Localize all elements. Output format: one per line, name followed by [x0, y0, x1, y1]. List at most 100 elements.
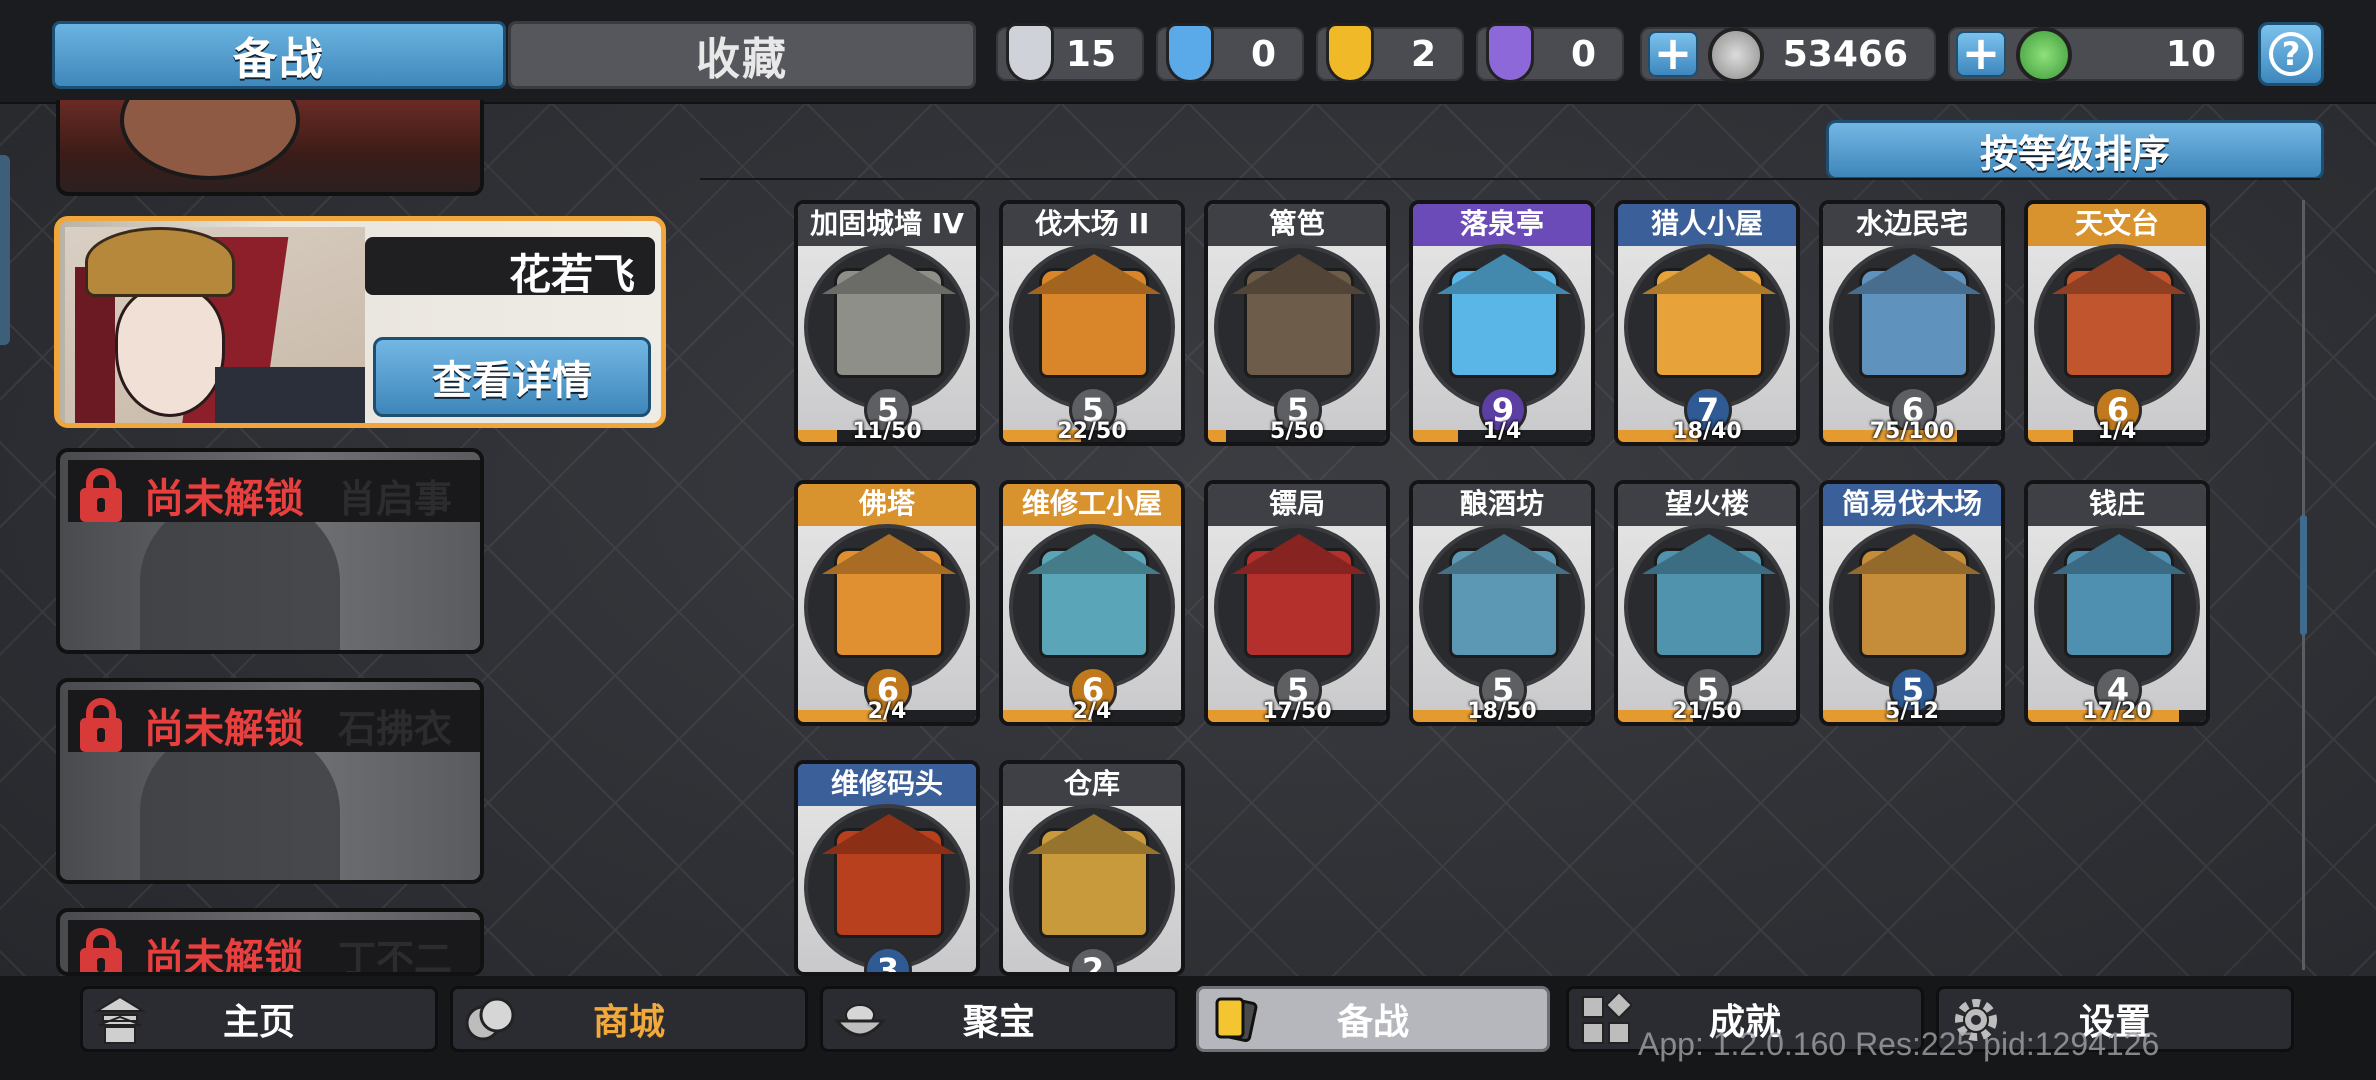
building-card[interactable]: 简易伐木场 5 5/12: [1819, 480, 2005, 726]
building-card[interactable]: 水边民宅 6 75/100: [1819, 200, 2005, 446]
hero-card-locked[interactable]: 尚未解锁 肖启事: [56, 448, 484, 654]
divider: [700, 178, 2320, 180]
nav-label: 主页: [222, 1002, 295, 1043]
resource-jade: + 10: [1948, 27, 2244, 83]
progress-text: 5/12: [1885, 699, 1939, 724]
building-name: 佛塔: [798, 484, 976, 526]
nav-home[interactable]: 主页: [80, 986, 438, 1052]
progress-text: 5/50: [1270, 419, 1324, 444]
progress-text: 2/4: [867, 699, 907, 724]
building-card[interactable]: 伐木场 II 5 22/50: [999, 200, 1185, 446]
hero-card-locked[interactable]: 尚未解锁 丁不二: [56, 908, 484, 976]
building-name: 维修码头: [798, 764, 976, 806]
tab-collection[interactable]: 收藏: [508, 21, 976, 89]
help-button[interactable]: ?: [2258, 22, 2324, 86]
coins-value: 53466: [1782, 33, 1908, 75]
locked-label: 尚未解锁: [144, 706, 304, 752]
building-name: 落泉亭: [1413, 204, 1591, 246]
add-jade-button[interactable]: +: [1956, 30, 2006, 77]
building-card[interactable]: 篱笆 5 5/50: [1204, 200, 1390, 446]
progress-text: 1/4: [1482, 419, 1522, 444]
hero-card-selected[interactable]: 花若飞 查看详情: [54, 216, 666, 428]
building-name: 加固城墙 IV: [798, 204, 976, 246]
building-name: 水边民宅: [1823, 204, 2001, 246]
resource-purple-gem[interactable]: 0: [1476, 23, 1624, 83]
debug-version-watermark: App: 1.2.0.160 Res:225 pid:1294126: [1638, 1026, 2160, 1062]
building-card[interactable]: 猎人小屋 7 18/40: [1614, 200, 1800, 446]
building-card[interactable]: 加固城墙 IV 5 11/50: [794, 200, 980, 446]
gold-shield-icon: [1326, 23, 1374, 83]
building-name: 篱笆: [1208, 204, 1386, 246]
lock-bar: 尚未解锁 石拂衣: [68, 690, 480, 752]
building-name: 天文台: [2028, 204, 2206, 246]
progress-text: 1/4: [2097, 419, 2137, 444]
hero-name: 丁不二: [338, 937, 453, 976]
lock-icon: [78, 468, 124, 522]
progress-text: 21/50: [1672, 699, 1742, 724]
tab-prepare[interactable]: 备战: [52, 21, 506, 89]
hero-card-partial[interactable]: [56, 100, 484, 196]
building-card[interactable]: 镖局 5 17/50: [1204, 480, 1390, 726]
resource-value: 2: [1410, 33, 1436, 75]
progress-text: 17/20: [2082, 699, 2152, 724]
building-card[interactable]: 佛塔 6 2/4: [794, 480, 980, 726]
hero-card-locked[interactable]: 尚未解锁 石拂衣: [56, 678, 484, 884]
progress-text: 75/100: [1869, 419, 1955, 444]
building-card[interactable]: 仓库 2: [999, 760, 1185, 976]
building-name: 伐木场 II: [1003, 204, 1181, 246]
hero-portrait: [65, 227, 365, 423]
side-panel-handle[interactable]: [0, 155, 10, 345]
add-coins-button[interactable]: +: [1648, 30, 1698, 77]
nav-label: 聚宝: [962, 1002, 1035, 1043]
resource-value: 0: [1250, 33, 1276, 75]
progress-text: 22/50: [1057, 419, 1127, 444]
nav-shop[interactable]: 商城: [450, 986, 808, 1052]
progress-text: 18/50: [1467, 699, 1537, 724]
building-card[interactable]: 酿酒坊 5 18/50: [1409, 480, 1595, 726]
building-card[interactable]: 钱庄 4 17/20: [2024, 480, 2210, 726]
question-icon: ?: [2269, 32, 2313, 76]
building-name: 猎人小屋: [1618, 204, 1796, 246]
lock-bar: 尚未解锁 肖启事: [68, 460, 480, 522]
silver-shield-icon: [1006, 23, 1054, 83]
resource-value: 0: [1570, 33, 1596, 75]
building-name: 仓库: [1003, 764, 1181, 806]
jade-value: 10: [2165, 33, 2216, 75]
sort-by-level-button[interactable]: 按等级排序: [1826, 120, 2324, 180]
view-details-button[interactable]: 查看详情: [373, 337, 651, 417]
lock-icon: [78, 928, 124, 972]
nav-prepare[interactable]: 备战: [1196, 986, 1550, 1052]
locked-label: 尚未解锁: [144, 936, 304, 976]
nav-label: 商城: [592, 1002, 665, 1043]
building-card[interactable]: 落泉亭 9 1/4: [1409, 200, 1595, 446]
building-card[interactable]: 维修工小屋 6 2/4: [999, 480, 1185, 726]
building-name: 镖局: [1208, 484, 1386, 526]
resource-blue-crystal[interactable]: 0: [1156, 23, 1304, 83]
nav-label: 备战: [1336, 1002, 1409, 1043]
building-name: 钱庄: [2028, 484, 2206, 526]
building-name: 维修工小屋: [1003, 484, 1181, 526]
lock-bar: 尚未解锁 丁不二: [68, 920, 480, 976]
lock-icon: [78, 698, 124, 752]
progress-text: 18/40: [1672, 419, 1742, 444]
scrollbar-thumb[interactable]: [2300, 515, 2307, 635]
building-name: 简易伐木场: [1823, 484, 2001, 526]
hero-name: 花若飞: [508, 250, 635, 299]
locked-label: 尚未解锁: [144, 476, 304, 522]
building-card[interactable]: 天文台 6 1/4: [2024, 200, 2210, 446]
progress-text: 11/50: [852, 419, 922, 444]
blue-crystal-icon: [1166, 23, 1214, 83]
resource-coins: + 53466: [1640, 27, 1936, 83]
purple-gem-icon: [1486, 23, 1534, 83]
resource-value: 15: [1065, 33, 1116, 75]
hero-name-bar: 花若飞: [365, 237, 655, 299]
progress-text: 17/50: [1262, 699, 1332, 724]
top-bar: 备战 收藏 15 0 2 0 + 53466 + 10 ?: [0, 0, 2376, 104]
hero-portrait: [120, 100, 300, 180]
resource-gold-shield[interactable]: 2: [1316, 23, 1464, 83]
building-card[interactable]: 望火楼 5 21/50: [1614, 480, 1800, 726]
building-card[interactable]: 维修码头 3: [794, 760, 980, 976]
progress-text: 2/4: [1072, 699, 1112, 724]
resource-silver-shield[interactable]: 15: [996, 23, 1144, 83]
nav-treasure[interactable]: 聚宝: [820, 986, 1178, 1052]
